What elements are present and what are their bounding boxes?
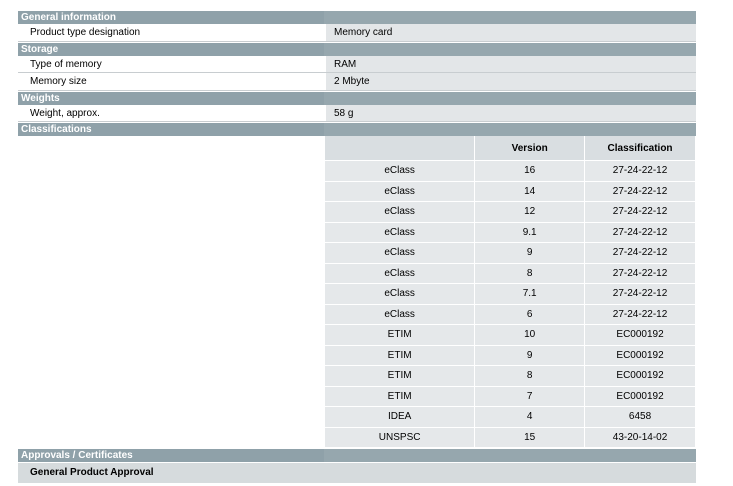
- spec-row: Product type designation Memory card: [18, 24, 696, 42]
- cell-version: 10: [474, 324, 586, 346]
- cell-classification: 27-24-22-12: [584, 181, 696, 202]
- cell-system: eClass: [325, 263, 476, 284]
- cell-system: eClass: [325, 283, 476, 305]
- spec-row: Memory size 2 Mbyte: [18, 73, 696, 91]
- cell-classification: EC000192: [584, 386, 696, 407]
- classification-block: Version Classification eClass 16 27-24-22-…: [18, 136, 696, 448]
- cell-classification: 27-24-22-12: [584, 201, 696, 223]
- spec-value: 2 Mbyte: [325, 73, 696, 90]
- section-header-general: General information: [18, 10, 696, 24]
- table-row: eClass 7.1 27-24-22-12: [325, 283, 696, 305]
- cell-version: 9.1: [474, 222, 586, 243]
- cell-version: 16: [474, 160, 586, 182]
- cell-classification: 27-24-22-12: [584, 263, 696, 284]
- cell-version: 9: [474, 242, 586, 264]
- datasheet: General information Product type designa…: [18, 10, 696, 483]
- table-header-row: Version Classification: [325, 136, 696, 161]
- table-row: UNSPSC 15 43-20-14-02: [325, 427, 696, 448]
- table-row: IDEA 4 6458: [325, 406, 696, 428]
- cell-classification: EC000192: [584, 345, 696, 366]
- spec-value: Memory card: [325, 24, 696, 41]
- approval-subheader: General Product Approval: [18, 462, 696, 483]
- spec-row: Type of memory RAM: [18, 55, 696, 73]
- cell-classification: EC000192: [584, 324, 696, 346]
- cell-version: 8: [474, 263, 586, 284]
- table-row: eClass 8 27-24-22-12: [325, 263, 696, 284]
- classification-table: Version Classification eClass 16 27-24-22-…: [325, 136, 696, 448]
- cell-version: 4: [474, 406, 586, 428]
- table-row: ETIM 9 EC000192: [325, 345, 696, 366]
- cell-version: 8: [474, 365, 586, 387]
- cell-system: eClass: [325, 181, 476, 202]
- cell-system: IDEA: [325, 406, 476, 428]
- cell-system: ETIM: [325, 324, 476, 346]
- cell-system: eClass: [325, 160, 476, 182]
- spec-value: RAM: [325, 55, 696, 72]
- cell-classification: 27-24-22-12: [584, 160, 696, 182]
- classification-rows: eClass 16 27-24-22-12 eClass 14 27-24-22-12 eC…: [325, 160, 696, 448]
- cell-system: eClass: [325, 222, 476, 243]
- table-row: eClass 6 27-24-22-12: [325, 304, 696, 325]
- table-row: eClass 14 27-24-22-12: [325, 181, 696, 202]
- cell-classification: 27-24-22-12: [584, 242, 696, 264]
- spec-label: Weight, approx.: [30, 107, 100, 119]
- table-row: ETIM 10 EC000192: [325, 324, 696, 346]
- section-header-weights: Weights: [18, 90, 696, 105]
- column-header-version: Version: [474, 136, 586, 161]
- cell-classification: 27-24-22-12: [584, 283, 696, 305]
- spec-row: Weight, approx. 58 g: [18, 104, 696, 122]
- cell-system: ETIM: [325, 365, 476, 387]
- cell-system: eClass: [325, 242, 476, 264]
- section-header-storage: Storage: [18, 41, 696, 56]
- cell-classification: 27-24-22-12: [584, 222, 696, 243]
- cell-version: 14: [474, 181, 586, 202]
- section-header-classifications: Classifications: [18, 122, 696, 136]
- cell-version: 7: [474, 386, 586, 407]
- section-header-approvals: Approvals / Certificates: [18, 448, 696, 462]
- table-row: eClass 9.1 27-24-22-12: [325, 222, 696, 243]
- table-row: eClass 16 27-24-22-12: [325, 160, 696, 182]
- column-header-system: [325, 136, 476, 161]
- table-row: ETIM 8 EC000192: [325, 365, 696, 387]
- cell-system: UNSPSC: [325, 427, 476, 448]
- cell-version: 9: [474, 345, 586, 366]
- spec-label: Product type designation: [30, 27, 141, 38]
- cell-classification: 6458: [584, 406, 696, 428]
- cell-version: 6: [474, 304, 586, 325]
- spec-label: Memory size: [30, 76, 87, 87]
- spec-label: Type of memory: [30, 58, 102, 70]
- cell-version: 15: [474, 427, 586, 448]
- cell-classification: 43-20-14-02: [584, 427, 696, 448]
- cell-classification: EC000192: [584, 365, 696, 387]
- table-row: ETIM 7 EC000192: [325, 386, 696, 407]
- cell-classification: 27-24-22-12: [584, 304, 696, 325]
- table-row: eClass 9 27-24-22-12: [325, 242, 696, 264]
- cell-system: ETIM: [325, 345, 476, 366]
- cell-system: ETIM: [325, 386, 476, 407]
- column-header-classification: Classification: [584, 136, 696, 161]
- table-row: eClass 12 27-24-22-12: [325, 201, 696, 223]
- cell-version: 7.1: [474, 283, 586, 305]
- cell-system: eClass: [325, 304, 476, 325]
- spec-value: 58 g: [325, 104, 696, 121]
- cell-version: 12: [474, 201, 586, 223]
- blank-area: [18, 136, 325, 448]
- cell-system: eClass: [325, 201, 476, 223]
